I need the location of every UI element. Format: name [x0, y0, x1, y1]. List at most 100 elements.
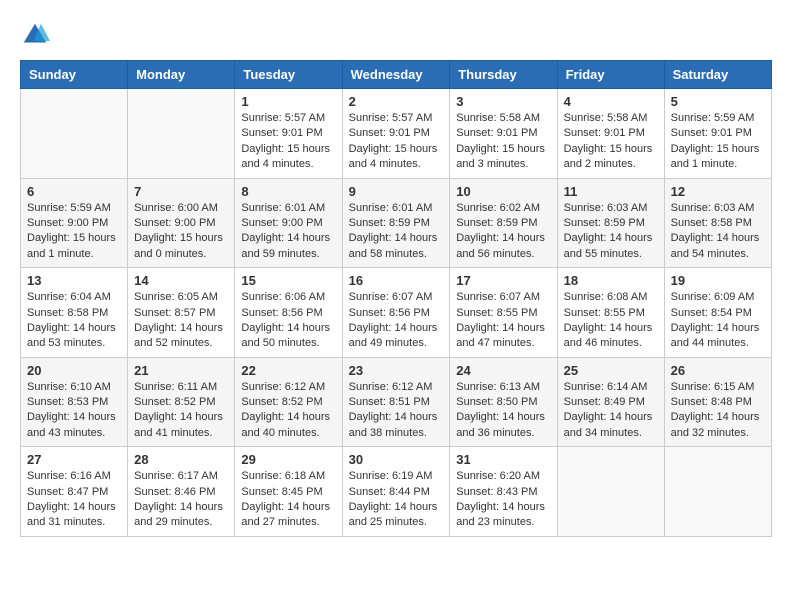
- day-number: 2: [349, 94, 444, 109]
- calendar-cell: 20Sunrise: 6:10 AM Sunset: 8:53 PM Dayli…: [21, 357, 128, 447]
- day-number: 28: [134, 452, 228, 467]
- calendar-cell: 13Sunrise: 6:04 AM Sunset: 8:58 PM Dayli…: [21, 268, 128, 358]
- day-info: Sunrise: 6:06 AM Sunset: 8:56 PM Dayligh…: [241, 290, 335, 352]
- day-info: Sunrise: 6:01 AM Sunset: 8:59 PM Dayligh…: [349, 201, 444, 263]
- day-info: Sunrise: 6:00 AM Sunset: 9:00 PM Dayligh…: [134, 201, 228, 263]
- day-info: Sunrise: 5:59 AM Sunset: 9:01 PM Dayligh…: [671, 111, 765, 173]
- calendar-week-row: 6 Sunrise: 5:59 AM Sunset: 9:00 PM Daylig…: [21, 178, 772, 268]
- logo: [20, 20, 54, 50]
- day-number: 17: [456, 273, 550, 288]
- day-number: 3: [456, 94, 550, 109]
- day-info: Sunrise: 6:08 AM Sunset: 8:55 PM Dayligh…: [564, 290, 658, 352]
- calendar-table: SundayMondayTuesdayWednesdayThursdayFrid…: [20, 60, 772, 537]
- calendar-cell: [21, 89, 128, 179]
- calendar-cell: 3 Sunrise: 5:58 AM Sunset: 9:01 PM Daylig…: [450, 89, 557, 179]
- calendar-cell: 29Sunrise: 6:18 AM Sunset: 8:45 PM Dayli…: [235, 447, 342, 537]
- day-info: Sunrise: 6:17 AM Sunset: 8:46 PM Dayligh…: [134, 469, 228, 531]
- calendar-cell: [128, 89, 235, 179]
- calendar-cell: 18 Sunrise: 6:08 AM Sunset: 8:55 PM Dayli…: [557, 268, 664, 358]
- calendar-cell: 7 Sunrise: 6:00 AM Sunset: 9:00 PM Daylig…: [128, 178, 235, 268]
- day-info: Sunrise: 6:11 AM Sunset: 8:52 PM Dayligh…: [134, 380, 228, 442]
- day-number: 24: [456, 363, 550, 378]
- day-info: Sunrise: 6:10 AM Sunset: 8:53 PM Dayligh…: [27, 380, 121, 442]
- day-number: 21: [134, 363, 228, 378]
- calendar-cell: 9 Sunrise: 6:01 AM Sunset: 8:59 PM Daylig…: [342, 178, 450, 268]
- calendar-header-sunday: Sunday: [21, 61, 128, 89]
- calendar-cell: 10 Sunrise: 6:02 AM Sunset: 8:59 PM Dayli…: [450, 178, 557, 268]
- calendar-cell: 1Sunrise: 5:57 AM Sunset: 9:01 PM Daylig…: [235, 89, 342, 179]
- day-info: Sunrise: 6:04 AM Sunset: 8:58 PM Dayligh…: [27, 290, 121, 352]
- calendar-cell: 14 Sunrise: 6:05 AM Sunset: 8:57 PM Dayli…: [128, 268, 235, 358]
- day-info: Sunrise: 6:16 AM Sunset: 8:47 PM Dayligh…: [27, 469, 121, 531]
- calendar-cell: 27 Sunrise: 6:16 AM Sunset: 8:47 PM Dayli…: [21, 447, 128, 537]
- day-info: Sunrise: 6:03 AM Sunset: 8:59 PM Dayligh…: [564, 201, 658, 263]
- day-number: 14: [134, 273, 228, 288]
- calendar-week-row: 1Sunrise: 5:57 AM Sunset: 9:01 PM Daylig…: [21, 89, 772, 179]
- day-number: 12: [671, 184, 765, 199]
- calendar-week-row: 13Sunrise: 6:04 AM Sunset: 8:58 PM Dayli…: [21, 268, 772, 358]
- calendar-header-saturday: Saturday: [664, 61, 771, 89]
- day-info: Sunrise: 6:03 AM Sunset: 8:58 PM Dayligh…: [671, 201, 765, 263]
- day-number: 26: [671, 363, 765, 378]
- calendar-header-row: SundayMondayTuesdayWednesdayThursdayFrid…: [21, 61, 772, 89]
- day-info: Sunrise: 6:12 AM Sunset: 8:52 PM Dayligh…: [241, 380, 335, 442]
- calendar-header-wednesday: Wednesday: [342, 61, 450, 89]
- calendar-cell: 22 Sunrise: 6:12 AM Sunset: 8:52 PM Dayli…: [235, 357, 342, 447]
- day-info: Sunrise: 5:58 AM Sunset: 9:01 PM Dayligh…: [564, 111, 658, 173]
- day-number: 31: [456, 452, 550, 467]
- day-info: Sunrise: 6:15 AM Sunset: 8:48 PM Dayligh…: [671, 380, 765, 442]
- calendar-cell: 23Sunrise: 6:12 AM Sunset: 8:51 PM Dayli…: [342, 357, 450, 447]
- day-number: 22: [241, 363, 335, 378]
- calendar-cell: 25Sunrise: 6:14 AM Sunset: 8:49 PM Dayli…: [557, 357, 664, 447]
- day-number: 18: [564, 273, 658, 288]
- page-header: [20, 20, 772, 50]
- day-number: 4: [564, 94, 658, 109]
- calendar-cell: 8 Sunrise: 6:01 AM Sunset: 9:00 PM Daylig…: [235, 178, 342, 268]
- calendar-cell: [664, 447, 771, 537]
- day-number: 16: [349, 273, 444, 288]
- calendar-cell: 24 Sunrise: 6:13 AM Sunset: 8:50 PM Dayli…: [450, 357, 557, 447]
- day-info: Sunrise: 6:01 AM Sunset: 9:00 PM Dayligh…: [241, 201, 335, 263]
- calendar-cell: 19 Sunrise: 6:09 AM Sunset: 8:54 PM Dayli…: [664, 268, 771, 358]
- day-info: Sunrise: 6:07 AM Sunset: 8:56 PM Dayligh…: [349, 290, 444, 352]
- day-info: Sunrise: 5:58 AM Sunset: 9:01 PM Dayligh…: [456, 111, 550, 173]
- calendar-header-tuesday: Tuesday: [235, 61, 342, 89]
- calendar-cell: 11 Sunrise: 6:03 AM Sunset: 8:59 PM Dayli…: [557, 178, 664, 268]
- day-number: 30: [349, 452, 444, 467]
- calendar-cell: [557, 447, 664, 537]
- calendar-cell: 31Sunrise: 6:20 AM Sunset: 8:43 PM Dayli…: [450, 447, 557, 537]
- day-number: 27: [27, 452, 121, 467]
- day-info: Sunrise: 6:14 AM Sunset: 8:49 PM Dayligh…: [564, 380, 658, 442]
- day-info: Sunrise: 6:18 AM Sunset: 8:45 PM Dayligh…: [241, 469, 335, 531]
- day-number: 23: [349, 363, 444, 378]
- calendar-cell: 2 Sunrise: 5:57 AM Sunset: 9:01 PM Daylig…: [342, 89, 450, 179]
- day-info: Sunrise: 5:59 AM Sunset: 9:00 PM Dayligh…: [27, 201, 121, 263]
- calendar-cell: 17 Sunrise: 6:07 AM Sunset: 8:55 PM Dayli…: [450, 268, 557, 358]
- calendar-header-thursday: Thursday: [450, 61, 557, 89]
- day-number: 8: [241, 184, 335, 199]
- day-info: Sunrise: 5:57 AM Sunset: 9:01 PM Dayligh…: [349, 111, 444, 173]
- calendar-cell: 6 Sunrise: 5:59 AM Sunset: 9:00 PM Daylig…: [21, 178, 128, 268]
- calendar-cell: 21 Sunrise: 6:11 AM Sunset: 8:52 PM Dayli…: [128, 357, 235, 447]
- day-info: Sunrise: 6:07 AM Sunset: 8:55 PM Dayligh…: [456, 290, 550, 352]
- calendar-header-monday: Monday: [128, 61, 235, 89]
- day-number: 11: [564, 184, 658, 199]
- day-number: 19: [671, 273, 765, 288]
- day-number: 9: [349, 184, 444, 199]
- day-info: Sunrise: 6:05 AM Sunset: 8:57 PM Dayligh…: [134, 290, 228, 352]
- day-info: Sunrise: 5:57 AM Sunset: 9:01 PM Dayligh…: [241, 111, 335, 173]
- calendar-cell: 15 Sunrise: 6:06 AM Sunset: 8:56 PM Dayli…: [235, 268, 342, 358]
- day-number: 15: [241, 273, 335, 288]
- calendar-cell: 5 Sunrise: 5:59 AM Sunset: 9:01 PM Daylig…: [664, 89, 771, 179]
- calendar-week-row: 27 Sunrise: 6:16 AM Sunset: 8:47 PM Dayli…: [21, 447, 772, 537]
- day-number: 6: [27, 184, 121, 199]
- day-number: 10: [456, 184, 550, 199]
- day-info: Sunrise: 6:09 AM Sunset: 8:54 PM Dayligh…: [671, 290, 765, 352]
- calendar-header-friday: Friday: [557, 61, 664, 89]
- day-number: 5: [671, 94, 765, 109]
- calendar-cell: 12 Sunrise: 6:03 AM Sunset: 8:58 PM Dayli…: [664, 178, 771, 268]
- calendar-cell: 28 Sunrise: 6:17 AM Sunset: 8:46 PM Dayli…: [128, 447, 235, 537]
- day-info: Sunrise: 6:02 AM Sunset: 8:59 PM Dayligh…: [456, 201, 550, 263]
- day-number: 7: [134, 184, 228, 199]
- day-info: Sunrise: 6:13 AM Sunset: 8:50 PM Dayligh…: [456, 380, 550, 442]
